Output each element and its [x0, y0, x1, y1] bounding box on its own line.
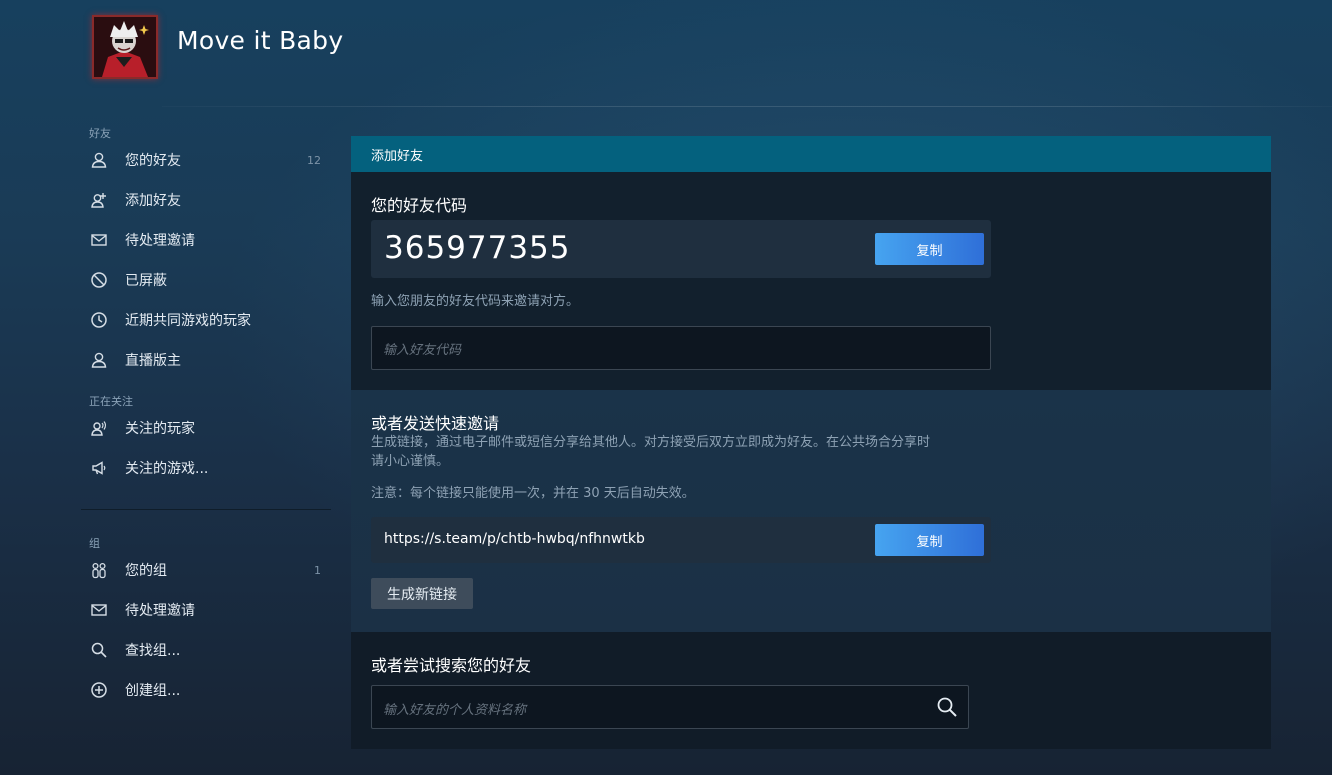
sidebar-item-label: 待处理邀请	[125, 603, 195, 619]
search-friends-title: 或者尝试搜索您的好友	[371, 656, 532, 675]
sidebar-item-followed-players[interactable]: 关注的玩家	[89, 413, 325, 443]
profile-name[interactable]: Move it Baby	[177, 26, 343, 55]
generate-new-link-button[interactable]: 生成新链接	[371, 578, 473, 609]
copy-friend-code-button[interactable]: 复制	[875, 233, 984, 265]
invite-link-box: https://s.team/p/chtb-hwbq/nfhnwtkb 复制	[371, 517, 991, 563]
friend-code-box: 365977355 复制	[371, 220, 991, 278]
avatar-image	[94, 17, 156, 77]
quick-invite-title: 或者发送快速邀请	[371, 414, 500, 433]
sidebar-item-your-groups[interactable]: 您的组 1	[89, 555, 325, 585]
sidebar-item-recently-played[interactable]: 近期共同游戏的玩家	[89, 305, 325, 335]
search-icon	[89, 640, 109, 660]
envelope-icon	[89, 600, 109, 620]
person-icon	[89, 350, 109, 370]
envelope-icon	[89, 230, 109, 250]
sidebar-item-label: 创建组...	[125, 683, 181, 699]
add-person-icon	[89, 190, 109, 210]
sidebar-item-find-groups[interactable]: 查找组...	[89, 635, 325, 665]
sidebar-item-pending-invites[interactable]: 待处理邀请	[89, 225, 325, 255]
search-friends-input[interactable]: 输入好友的个人资料名称	[371, 685, 969, 729]
friends-count: 12	[307, 153, 321, 167]
search-friends-section: 或者尝试搜索您的好友 输入好友的个人资料名称	[351, 632, 1271, 749]
sidebar-item-label: 待处理邀请	[125, 233, 195, 249]
sidebar-item-label: 直播版主	[125, 353, 181, 369]
friend-code-section: 您的好友代码 365977355 复制 输入您朋友的好友代码来邀请对方。 输入好…	[351, 172, 1271, 390]
quick-invite-note: 注意：每个链接只能使用一次，并在 30 天后自动失效。	[371, 486, 695, 501]
blocked-icon	[89, 270, 109, 290]
friend-code-input[interactable]: 输入好友代码	[371, 326, 991, 370]
quick-invite-description-line2: 请小心谨慎。	[371, 454, 450, 469]
group-icon	[89, 560, 109, 580]
sidebar-item-label: 查找组...	[125, 643, 181, 659]
plus-circle-icon	[89, 680, 109, 700]
megaphone-icon	[89, 458, 109, 478]
invite-link[interactable]: https://s.team/p/chtb-hwbq/nfhnwtkb	[384, 531, 645, 547]
sidebar-item-label: 添加好友	[125, 193, 181, 209]
friends-section-label: 好友	[89, 127, 111, 140]
groups-count: 1	[314, 563, 321, 577]
sidebar-divider	[81, 509, 331, 510]
clock-icon	[89, 310, 109, 330]
friend-code-title: 您的好友代码	[371, 196, 468, 215]
sidebar-item-followed-games[interactable]: 关注的游戏...	[89, 453, 325, 483]
person-icon	[89, 150, 109, 170]
header-divider	[162, 106, 1332, 107]
panel-title: 添加好友	[351, 136, 1271, 172]
search-placeholder: 输入好友的个人资料名称	[383, 703, 527, 718]
person-broadcast-icon	[89, 418, 109, 438]
sidebar-item-group-invites[interactable]: 待处理邀请	[89, 595, 325, 625]
sidebar-item-your-friends[interactable]: 您的好友 12	[89, 145, 325, 175]
sidebar-item-blocked[interactable]: 已屏蔽	[89, 265, 325, 295]
sidebar-item-add-friend[interactable]: 添加好友	[89, 185, 325, 215]
sidebar-item-label: 近期共同游戏的玩家	[125, 313, 251, 329]
search-icon[interactable]	[936, 696, 958, 718]
copy-invite-link-button[interactable]: 复制	[875, 524, 984, 556]
sidebar-item-create-group[interactable]: 创建组...	[89, 675, 325, 705]
add-friend-panel: 添加好友 您的好友代码 365977355 复制 输入您朋友的好友代码来邀请对方…	[351, 136, 1271, 749]
friend-code-value: 365977355	[384, 230, 571, 266]
quick-invite-description-line1: 生成链接，通过电子邮件或短信分享给其他人。对方接受后双方立即成为好友。在公共场合…	[371, 435, 931, 450]
following-section-label: 正在关注	[89, 395, 133, 408]
sidebar-item-label: 您的好友	[125, 153, 181, 169]
avatar[interactable]	[92, 15, 158, 79]
sidebar-item-label: 关注的游戏...	[125, 461, 209, 477]
sidebar-item-label: 关注的玩家	[125, 421, 195, 437]
page-root: Move it Baby 好友 您的好友 12 添加好友 待处理邀请 已屏蔽 近…	[0, 0, 1332, 775]
sidebar-item-label: 已屏蔽	[125, 273, 167, 289]
friend-code-hint: 输入您朋友的好友代码来邀请对方。	[371, 294, 580, 309]
sidebar-item-broadcast-moderators[interactable]: 直播版主	[89, 345, 325, 375]
sidebar-item-label: 您的组	[125, 563, 167, 579]
quick-invite-section: 或者发送快速邀请 生成链接，通过电子邮件或短信分享给其他人。对方接受后双方立即成…	[351, 390, 1271, 632]
groups-section-label: 组	[89, 537, 100, 550]
